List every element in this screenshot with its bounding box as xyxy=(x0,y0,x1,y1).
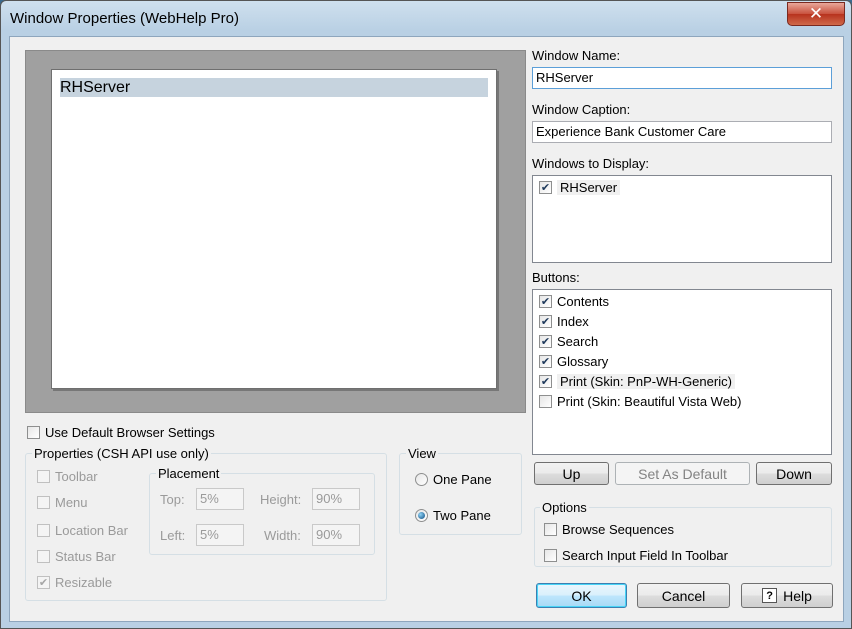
help-button-label: Help xyxy=(783,587,812,604)
resizable-option[interactable]: ✔ Resizable xyxy=(37,572,112,592)
checkbox-checked-icon[interactable]: ✔ xyxy=(539,180,552,194)
checkbox-checked-icon[interactable]: ✔ xyxy=(539,354,552,368)
title-bar[interactable]: Window Properties (WebHelp Pro) ✕ xyxy=(1,1,851,35)
checkbox-checked-icon[interactable]: ✔ xyxy=(539,374,552,388)
two-pane-option[interactable]: Two Pane xyxy=(415,505,491,525)
radio-selected-icon[interactable] xyxy=(415,508,428,522)
browse-sequences-option[interactable]: Browse Sequences xyxy=(544,519,674,539)
help-icon: ? xyxy=(762,588,778,603)
search-input-option[interactable]: Search Input Field In Toolbar xyxy=(544,545,728,565)
close-icon: ✕ xyxy=(808,4,824,24)
width-label: Width: xyxy=(264,528,301,543)
list-item-label: Index xyxy=(557,313,589,329)
use-default-label: Use Default Browser Settings xyxy=(45,424,215,440)
checkbox-unchecked-icon[interactable] xyxy=(37,549,50,563)
view-group-title: View xyxy=(406,446,438,461)
list-item[interactable]: Print (Skin: Beautiful Vista Web) xyxy=(539,391,742,411)
list-item[interactable]: ✔ RHServer xyxy=(539,177,621,197)
height-input[interactable]: 90% xyxy=(312,488,360,510)
window-name-label: Window Name: xyxy=(532,48,621,63)
location-bar-option[interactable]: Location Bar xyxy=(37,520,128,540)
radio-unselected-icon[interactable] xyxy=(415,472,428,486)
one-pane-label: One Pane xyxy=(433,471,492,487)
window-caption-input[interactable]: Experience Bank Customer Care xyxy=(532,121,832,143)
set-as-default-button[interactable]: Set As Default xyxy=(615,462,750,485)
buttons-list[interactable]: ✔ Contents ✔ Index ✔ Search ✔ Glossary ✔ Prin… xyxy=(532,289,832,455)
list-item-label: Contents xyxy=(557,293,610,309)
help-button[interactable]: ? Help xyxy=(741,583,833,608)
status-bar-option[interactable]: Status Bar xyxy=(37,546,116,566)
checkbox-checked-icon[interactable]: ✔ xyxy=(37,575,50,589)
checkbox-checked-icon[interactable]: ✔ xyxy=(539,334,552,348)
list-item[interactable]: ✔ Print (Skin: PnP-WH-Generic) xyxy=(539,371,742,391)
ok-button[interactable]: OK xyxy=(536,583,627,608)
checkbox-unchecked-icon[interactable] xyxy=(37,495,50,509)
buttons-label: Buttons: xyxy=(532,270,580,285)
status-bar-label: Status Bar xyxy=(55,548,116,564)
windows-to-display-label: Windows to Display: xyxy=(532,156,650,171)
list-item-label: Print (Skin: Beautiful Vista Web) xyxy=(557,393,742,409)
properties-group-title: Properties (CSH API use only) xyxy=(32,446,211,461)
top-input[interactable]: 5% xyxy=(196,488,244,510)
list-item[interactable]: ✔ Contents xyxy=(539,291,742,311)
checkbox-checked-icon[interactable]: ✔ xyxy=(539,294,552,308)
list-item-label: Search xyxy=(557,333,599,349)
location-bar-label: Location Bar xyxy=(55,522,128,538)
placement-group-title: Placement xyxy=(156,466,222,481)
height-label: Height: xyxy=(260,492,302,507)
menu-label: Menu xyxy=(55,494,88,510)
preview-pane: RHServer xyxy=(51,69,497,389)
checkbox-unchecked-icon[interactable] xyxy=(27,425,40,439)
down-button[interactable]: Down xyxy=(756,462,832,485)
checkbox-unchecked-icon[interactable] xyxy=(37,469,50,483)
list-item-label: Glossary xyxy=(557,353,609,369)
windows-to-display-list[interactable]: ✔ RHServer xyxy=(532,175,832,263)
list-item[interactable]: ✔ Glossary xyxy=(539,351,742,371)
options-group-title: Options xyxy=(540,500,589,515)
two-pane-label: Two Pane xyxy=(433,507,491,523)
dialog-client-area: RHServer Window Name: RHServer Window Ca… xyxy=(9,36,844,622)
window-caption-label: Window Caption: xyxy=(532,102,631,117)
use-default-browser-settings[interactable]: Use Default Browser Settings xyxy=(27,422,215,442)
toolbar-option[interactable]: Toolbar xyxy=(37,466,98,486)
close-button[interactable]: ✕ xyxy=(787,2,845,26)
width-input[interactable]: 90% xyxy=(312,524,360,546)
cancel-button[interactable]: Cancel xyxy=(637,583,730,608)
toolbar-label: Toolbar xyxy=(55,468,98,484)
window-properties-dialog: Window Properties (WebHelp Pro) ✕ RHServ… xyxy=(0,0,852,629)
preview-item-label: RHServer xyxy=(60,79,131,96)
checkbox-unchecked-icon[interactable] xyxy=(544,522,557,536)
window-name-input[interactable]: RHServer xyxy=(532,67,832,89)
window-preview: RHServer xyxy=(25,50,526,413)
search-input-label: Search Input Field In Toolbar xyxy=(562,547,728,563)
window-title: Window Properties (WebHelp Pro) xyxy=(10,10,239,27)
list-item[interactable]: ✔ Index xyxy=(539,311,742,331)
checkbox-unchecked-icon[interactable] xyxy=(539,394,552,408)
up-button[interactable]: Up xyxy=(534,462,609,485)
list-item-label: RHServer xyxy=(557,179,621,195)
preview-selected-item[interactable]: RHServer xyxy=(60,78,488,97)
left-input[interactable]: 5% xyxy=(196,524,244,546)
top-label: Top: xyxy=(160,492,185,507)
checkbox-checked-icon[interactable]: ✔ xyxy=(539,314,552,328)
checkbox-unchecked-icon[interactable] xyxy=(544,548,557,562)
one-pane-option[interactable]: One Pane xyxy=(415,469,492,489)
list-item-label: Print (Skin: PnP-WH-Generic) xyxy=(557,373,735,389)
resizable-label: Resizable xyxy=(55,574,113,590)
left-label: Left: xyxy=(160,528,186,543)
list-item[interactable]: ✔ Search xyxy=(539,331,742,351)
browse-sequences-label: Browse Sequences xyxy=(562,521,675,537)
checkbox-unchecked-icon[interactable] xyxy=(37,523,50,537)
menu-option[interactable]: Menu xyxy=(37,492,88,512)
